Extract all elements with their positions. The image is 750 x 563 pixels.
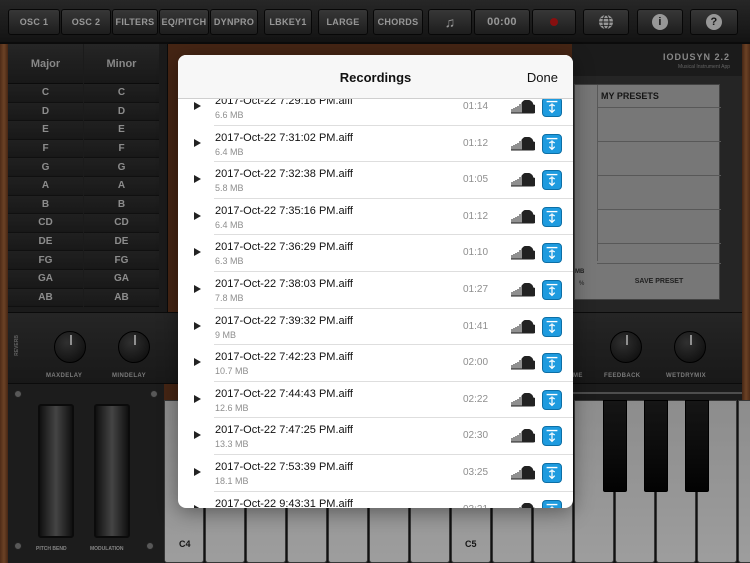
recording-size: 6.6 MB <box>215 110 244 120</box>
recording-duration: 01:41 <box>463 320 489 332</box>
recording-duration: 02:30 <box>463 430 489 442</box>
recording-size: 10.7 MB <box>215 366 249 377</box>
recording-row[interactable]: 2017-Oct-22 7:47:25 PM.aiff 13.3 MB 02:30 <box>178 418 573 455</box>
play-icon[interactable] <box>194 504 201 508</box>
recording-name: 2017-Oct-22 7:42:23 PM.aiff <box>215 351 353 364</box>
soundcloud-icon[interactable] <box>509 246 538 260</box>
recording-row[interactable]: 2017-Oct-22 7:42:23 PM.aiff 10.7 MB 02:00 <box>178 345 573 382</box>
share-icon[interactable] <box>542 170 562 191</box>
soundcloud-icon[interactable] <box>509 355 538 370</box>
recording-name: 2017-Oct-22 7:32:38 PM.aiff <box>215 168 353 181</box>
recording-name: 2017-Oct-22 7:47:25 PM.aiff <box>215 424 353 437</box>
recording-row[interactable]: 2017-Oct-22 7:31:02 PM.aiff 6.4 MB 01:12 <box>178 126 573 163</box>
recording-size: 6.4 MB <box>215 146 244 157</box>
share-icon[interactable] <box>542 243 562 264</box>
recording-name: 2017-Oct-22 7:39:32 PM.aiff <box>215 314 353 327</box>
recordings-list[interactable]: 2017-Oct-22 7:29:18 PM.aiff 6.6 MB 01:14 20… <box>178 99 573 508</box>
recording-size: 13.3 MB <box>215 439 249 450</box>
recording-name: 2017-Oct-22 7:29:18 PM.aiff <box>215 99 353 107</box>
play-icon[interactable] <box>194 102 201 110</box>
recording-row[interactable]: 2017-Oct-22 7:44:43 PM.aiff 12.6 MB 02:22 <box>178 382 573 419</box>
recording-duration: 01:12 <box>463 137 489 149</box>
play-icon[interactable] <box>194 284 201 293</box>
recordings-modal: Recordings Done 2017-Oct-22 7:29:18 PM.a… <box>178 55 573 508</box>
recording-duration: 01:12 <box>463 210 489 222</box>
recording-size: 5.8 MB <box>215 183 244 194</box>
recording-name: 2017-Oct-22 7:38:03 PM.aiff <box>215 277 353 290</box>
play-icon[interactable] <box>194 248 201 257</box>
recording-duration: 02:22 <box>463 393 489 405</box>
play-icon[interactable] <box>194 358 201 367</box>
play-icon[interactable] <box>194 321 201 330</box>
play-icon[interactable] <box>194 394 201 403</box>
soundcloud-icon[interactable] <box>509 136 538 151</box>
recording-duration: 01:14 <box>463 101 489 112</box>
recording-size: 9 MB <box>215 329 237 340</box>
recording-duration: 01:10 <box>463 247 489 259</box>
recording-row[interactable]: 2017-Oct-22 7:36:29 PM.aiff 6.3 MB 01:10 <box>178 235 573 272</box>
share-icon[interactable] <box>542 462 562 483</box>
recording-name: 2017-Oct-22 9:43:31 PM.aiff <box>215 497 353 508</box>
recording-size: 6.3 MB <box>215 256 244 267</box>
recording-size: 12.6 MB <box>215 402 249 413</box>
modal-title: Recordings <box>339 70 412 85</box>
recording-duration: 03:25 <box>463 466 489 478</box>
share-icon[interactable] <box>542 133 562 154</box>
recording-row[interactable]: 2017-Oct-22 7:29:18 PM.aiff 6.6 MB 01:14 <box>178 99 573 126</box>
soundcloud-icon[interactable] <box>509 392 538 407</box>
modal-header: Recordings Done <box>178 55 573 99</box>
recording-name: 2017-Oct-22 7:31:02 PM.aiff <box>215 131 353 144</box>
share-icon[interactable] <box>542 353 562 374</box>
share-icon[interactable] <box>542 426 562 447</box>
soundcloud-icon[interactable] <box>509 319 538 334</box>
play-icon[interactable] <box>194 211 201 220</box>
recording-duration: 02:00 <box>463 357 489 369</box>
soundcloud-icon[interactable] <box>509 429 538 443</box>
share-icon[interactable] <box>542 206 562 227</box>
recording-row[interactable]: 2017-Oct-22 7:32:38 PM.aiff 5.8 MB 01:05 <box>178 162 573 199</box>
recording-duration: 01:27 <box>463 283 489 295</box>
recording-row[interactable]: 2017-Oct-22 7:35:16 PM.aiff 6.4 MB 01:12 <box>178 199 573 236</box>
soundcloud-icon[interactable] <box>509 209 538 224</box>
recording-name: 2017-Oct-22 7:44:43 PM.aiff <box>215 387 353 400</box>
share-icon[interactable] <box>542 499 562 508</box>
play-icon[interactable] <box>194 175 201 184</box>
recording-size: 18.1 MB <box>215 475 249 486</box>
soundcloud-icon[interactable] <box>509 99 538 114</box>
recording-row[interactable]: 2017-Oct-22 7:53:39 PM.aiff 18.1 MB 03:25 <box>178 455 573 492</box>
recording-row[interactable]: 2017-Oct-22 7:38:03 PM.aiff 7.8 MB 01:27 <box>178 272 573 309</box>
recording-name: 2017-Oct-22 7:35:16 PM.aiff <box>215 204 353 217</box>
share-icon[interactable] <box>542 389 562 410</box>
soundcloud-icon[interactable] <box>509 172 538 187</box>
play-icon[interactable] <box>194 467 201 476</box>
recording-row[interactable]: 2017-Oct-22 9:43:31 PM.aiff 03:21 <box>178 492 573 508</box>
play-icon[interactable] <box>194 138 201 147</box>
soundcloud-icon[interactable] <box>509 282 538 297</box>
recording-size: 7.8 MB <box>215 292 244 303</box>
recording-duration: 01:05 <box>463 174 489 186</box>
soundcloud-icon[interactable] <box>509 465 538 480</box>
recording-row[interactable]: 2017-Oct-22 7:39:32 PM.aiff 9 MB 01:41 <box>178 309 573 346</box>
share-icon[interactable] <box>542 316 562 337</box>
recording-name: 2017-Oct-22 7:36:29 PM.aiff <box>215 241 353 254</box>
recording-name: 2017-Oct-22 7:53:39 PM.aiff <box>215 460 353 473</box>
done-button[interactable]: Done <box>527 70 558 85</box>
play-icon[interactable] <box>194 431 201 440</box>
recording-duration: 03:21 <box>463 504 488 508</box>
recording-size: 6.4 MB <box>215 219 244 230</box>
share-icon[interactable] <box>542 279 562 300</box>
soundcloud-icon[interactable] <box>509 502 536 508</box>
share-icon[interactable] <box>542 99 562 117</box>
